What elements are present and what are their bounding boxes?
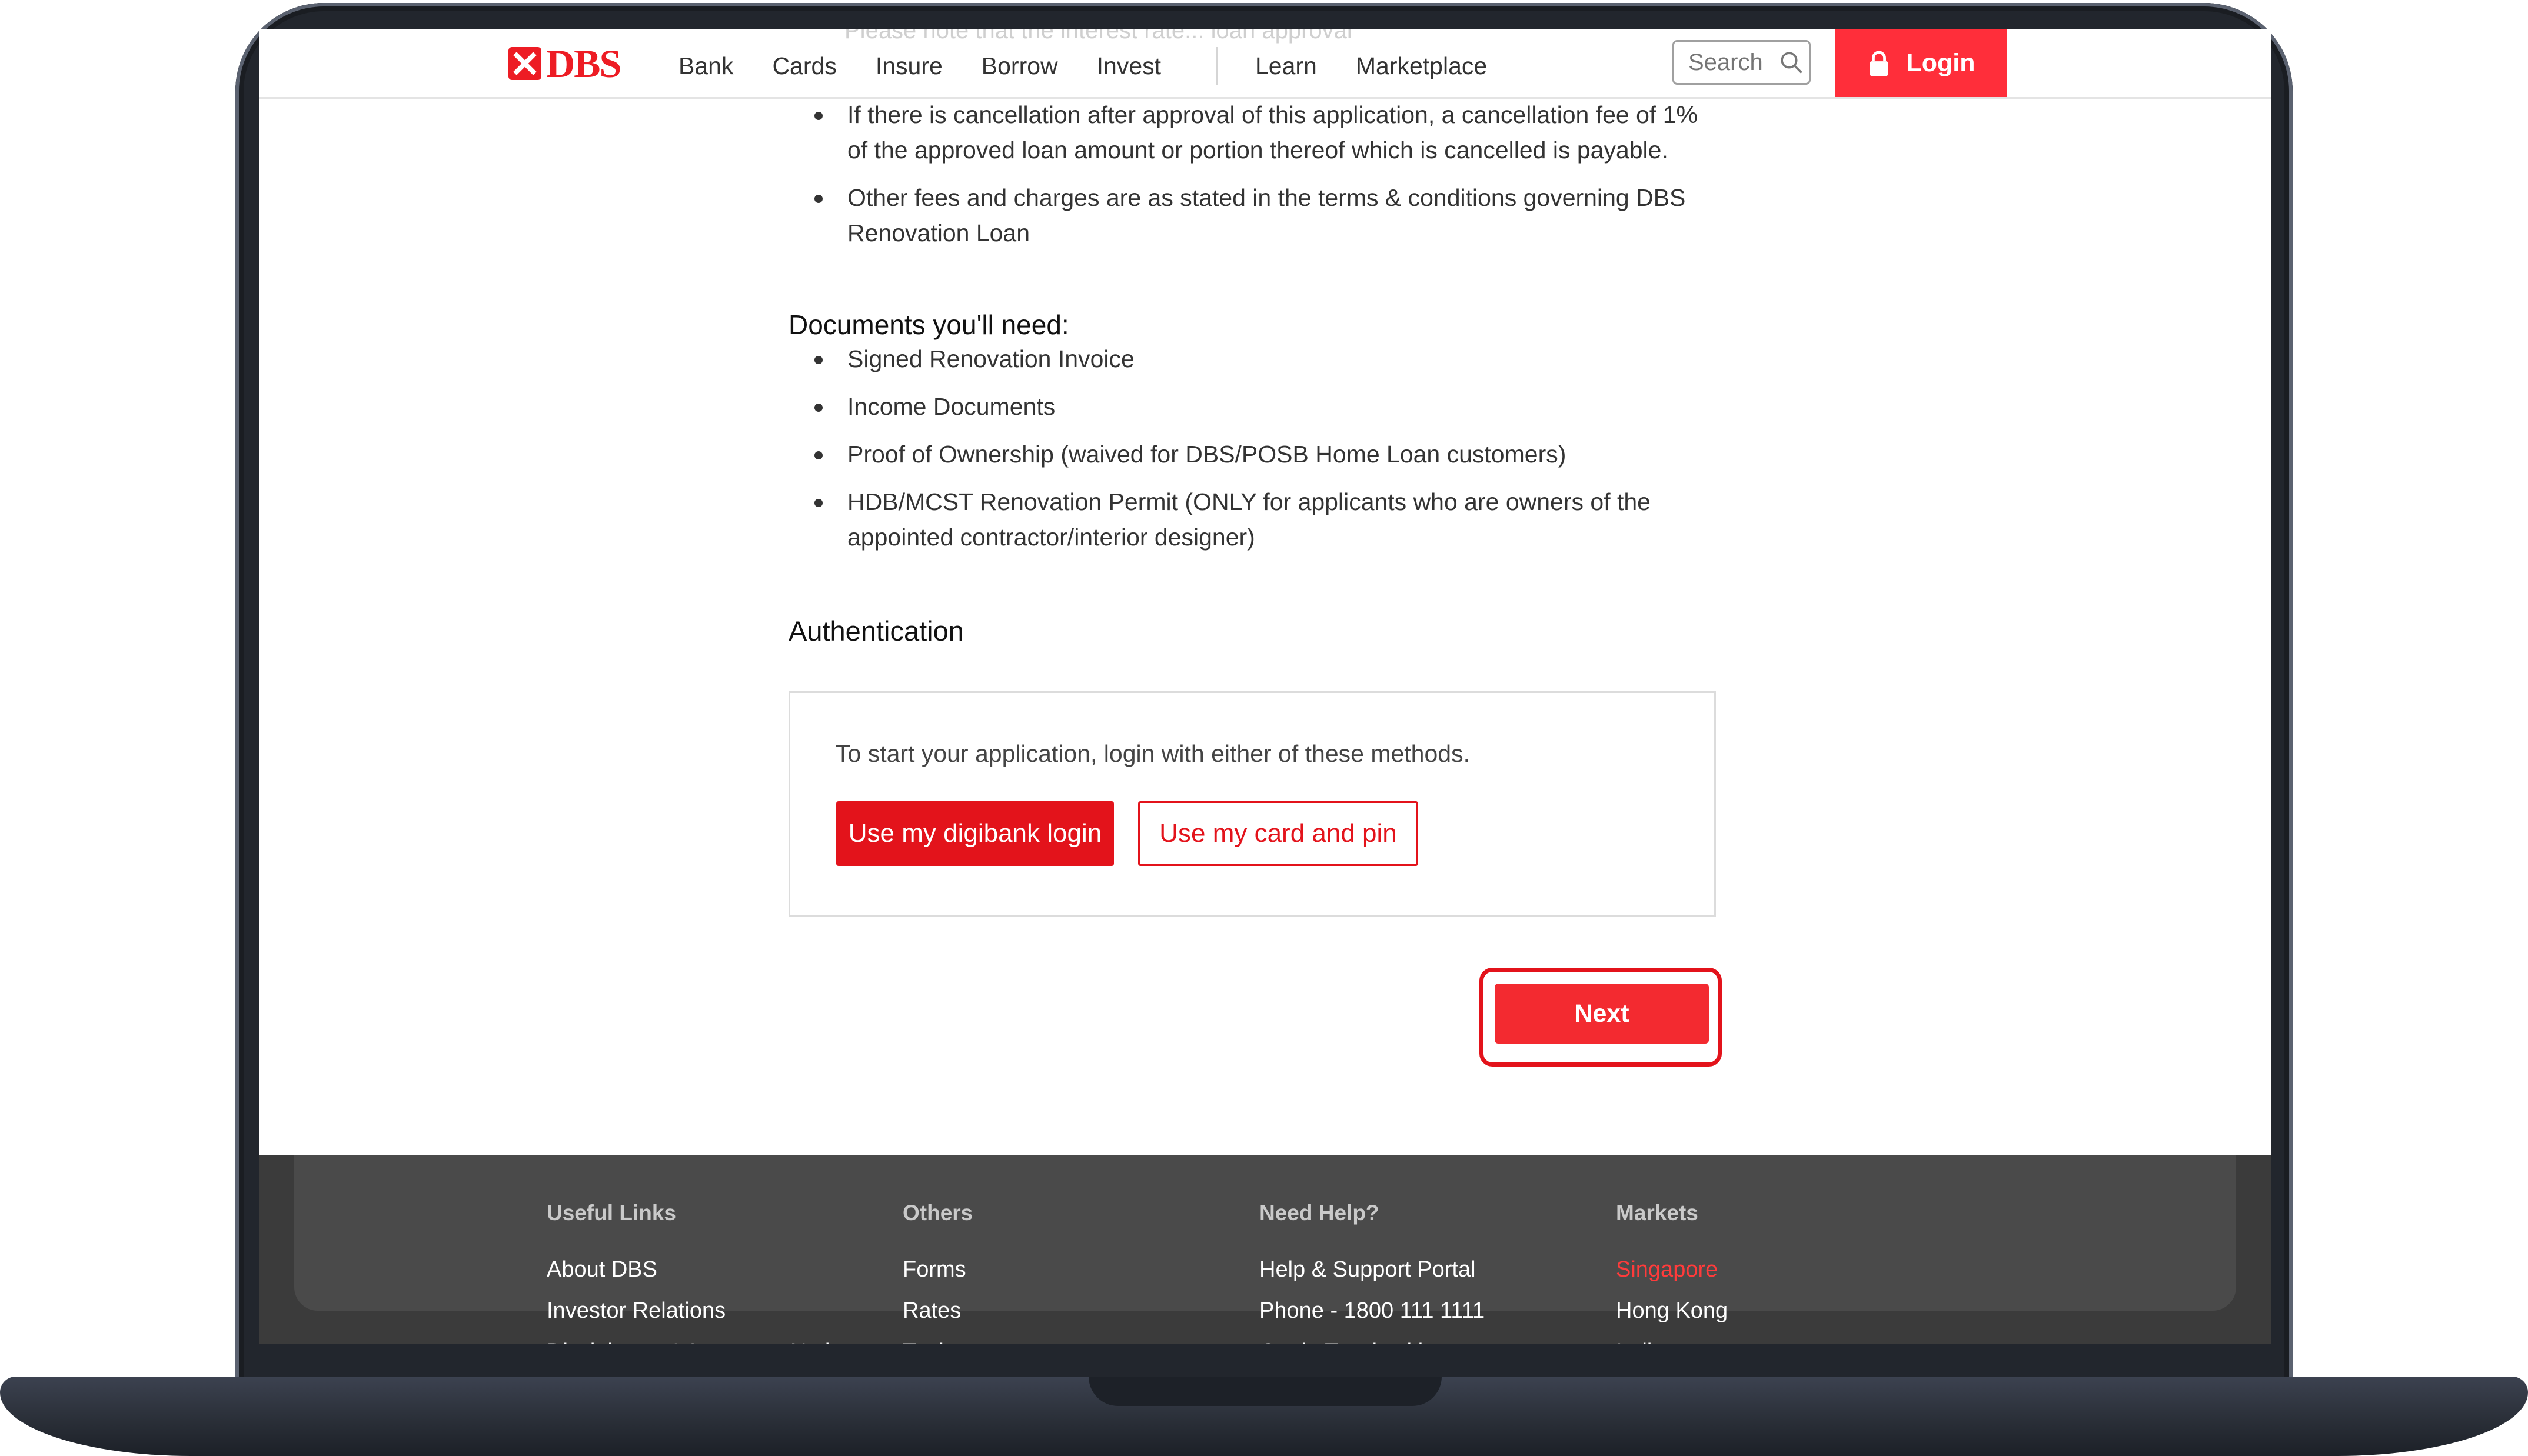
fees-list: If there is cancellation after approval …: [789, 97, 1701, 263]
secondary-nav: Learn Marketplace: [1255, 42, 1526, 89]
footer-col-others: Others Forms Rates Tools: [903, 1201, 973, 1344]
nav-learn[interactable]: Learn: [1255, 52, 1317, 80]
site-footer: Useful Links About DBS Investor Relation…: [259, 1155, 2271, 1344]
auth-instruction: To start your application, login with ei…: [836, 740, 1470, 767]
documents-title: Documents you'll need:: [789, 309, 1069, 340]
footer-link-phone[interactable]: Phone - 1800 111 1111: [1259, 1290, 1485, 1331]
next-button[interactable]: Next: [1495, 984, 1709, 1044]
footer-market-hong-kong[interactable]: Hong Kong: [1616, 1290, 1728, 1331]
laptop-notch: [1089, 1377, 1442, 1406]
lock-icon: [1870, 50, 1888, 76]
list-item: HDB/MCST Renovation Permit (ONLY for app…: [789, 484, 1701, 555]
list-item: Other fees and charges are as stated in …: [789, 180, 1701, 251]
footer-link-investor-relations[interactable]: Investor Relations: [547, 1290, 865, 1331]
nav-divider: [1216, 47, 1218, 85]
nav-cards[interactable]: Cards: [772, 52, 836, 80]
footer-link-get-in-touch[interactable]: Get in Touch with Us: [1259, 1331, 1485, 1344]
dbs-logo[interactable]: DBS: [508, 40, 621, 87]
footer-link-forms[interactable]: Forms: [903, 1249, 973, 1290]
nav-marketplace[interactable]: Marketplace: [1356, 52, 1487, 80]
login-label: Login: [1906, 49, 1975, 77]
search-input[interactable]: [1688, 49, 1771, 76]
list-item: If there is cancellation after approval …: [789, 97, 1701, 168]
primary-nav: Bank Cards Insure Borrow Invest: [678, 42, 1200, 89]
footer-heading: Markets: [1616, 1201, 1698, 1225]
footer-heading: Useful Links: [547, 1201, 676, 1225]
card-pin-button[interactable]: Use my card and pin: [1138, 801, 1418, 866]
digibank-login-button[interactable]: Use my digibank login: [836, 801, 1114, 866]
footer-market-india[interactable]: India: [1616, 1331, 1728, 1344]
footer-link-tools[interactable]: Tools: [903, 1331, 973, 1344]
footer-link-about-dbs[interactable]: About DBS: [547, 1249, 865, 1290]
search-box[interactable]: [1672, 40, 1811, 85]
site-header: Please note that the interest rate... lo…: [259, 29, 2271, 99]
login-button[interactable]: Login: [1835, 29, 2007, 97]
footer-link-disclaimers[interactable]: Disclaimers & Important Notices: [547, 1331, 865, 1344]
browser-screen: If there is cancellation after approval …: [259, 29, 2271, 1344]
footer-link-rates[interactable]: Rates: [903, 1290, 973, 1331]
list-item: Signed Renovation Invoice: [789, 341, 1701, 377]
footer-market-singapore[interactable]: Singapore: [1616, 1249, 1728, 1290]
footer-col-useful-links: Useful Links About DBS Investor Relation…: [547, 1201, 865, 1344]
search-icon[interactable]: [1779, 50, 1804, 75]
footer-col-need-help: Need Help? Help & Support Portal Phone -…: [1259, 1201, 1485, 1344]
footer-link-help-portal[interactable]: Help & Support Portal: [1259, 1249, 1485, 1290]
documents-list: Signed Renovation Invoice Income Documen…: [789, 341, 1701, 567]
authentication-title: Authentication: [789, 615, 964, 647]
brand-name: DBS: [546, 41, 621, 86]
list-item: Proof of Ownership (waived for DBS/POSB …: [789, 437, 1701, 472]
list-item: Income Documents: [789, 389, 1701, 424]
authentication-box: To start your application, login with ei…: [789, 691, 1716, 917]
dbs-logo-icon: [508, 47, 541, 80]
footer-heading: Others: [903, 1201, 973, 1225]
nav-borrow[interactable]: Borrow: [982, 52, 1058, 80]
nav-insure[interactable]: Insure: [876, 52, 943, 80]
footer-heading: Need Help?: [1259, 1201, 1379, 1225]
footer-col-markets: Markets Singapore Hong Kong India: [1616, 1201, 1728, 1344]
nav-invest[interactable]: Invest: [1097, 52, 1161, 80]
nav-bank[interactable]: Bank: [678, 52, 733, 80]
